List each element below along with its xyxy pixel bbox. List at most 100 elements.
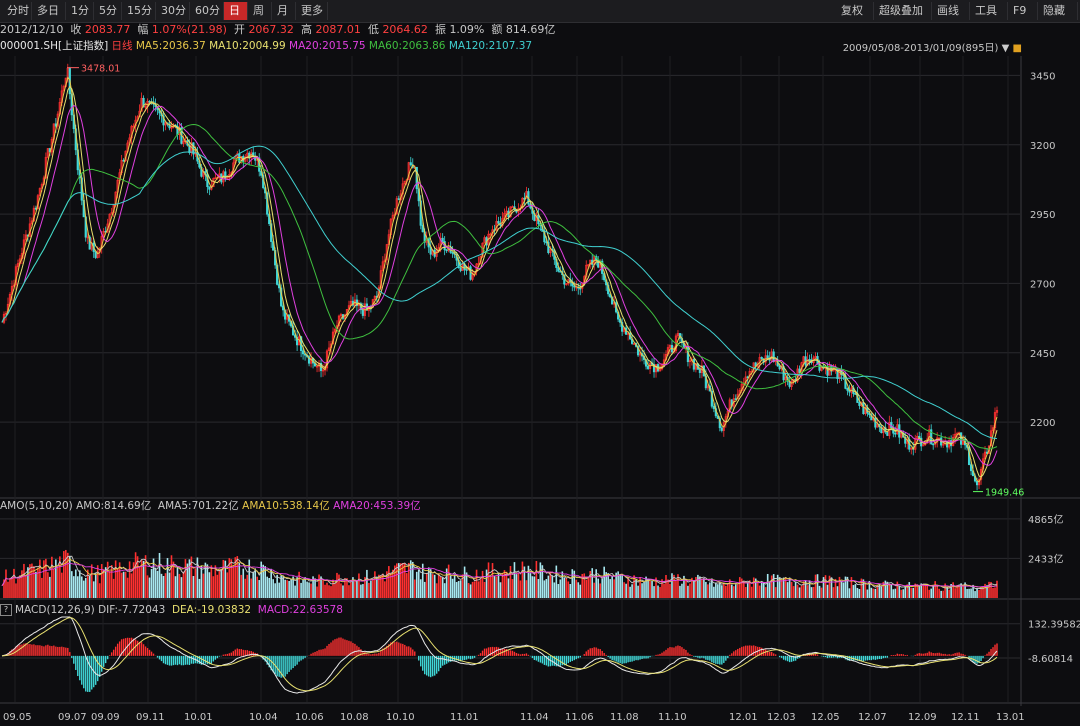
volume-bar	[116, 568, 119, 598]
macd-bar	[635, 655, 637, 661]
macd-bar	[47, 644, 49, 656]
macd-bar	[946, 654, 948, 656]
volume-bar	[276, 574, 278, 598]
volume-bar	[533, 576, 536, 598]
lock-icon[interactable]: ■	[1013, 43, 1022, 54]
volume-bar	[78, 570, 81, 598]
volume-bar	[832, 587, 835, 598]
macd-bar	[186, 655, 189, 665]
macd-bar	[106, 655, 109, 660]
volume-bar	[669, 584, 671, 598]
macd-bar	[824, 655, 827, 658]
volume-bar	[433, 574, 436, 598]
volume-bar	[5, 569, 7, 598]
volume-bar	[368, 582, 370, 598]
macd-bar	[338, 637, 340, 656]
volume-bar	[340, 583, 342, 598]
macd-bar	[928, 651, 930, 656]
volume-bar	[988, 581, 990, 598]
macd-bar	[228, 653, 231, 656]
volume-bar	[67, 552, 69, 598]
macd-bar	[675, 646, 677, 656]
volume-bar	[848, 588, 851, 598]
macd-bar	[705, 655, 707, 660]
volume-bar	[447, 564, 450, 598]
period-tab-3[interactable]: 5分	[94, 2, 122, 20]
macd-bar	[218, 655, 221, 657]
tool-button-3[interactable]: 工具	[970, 2, 1008, 20]
macd-bar	[433, 655, 436, 676]
volume-bar	[796, 584, 799, 598]
macd-bar	[166, 655, 169, 665]
period-tab-0[interactable]: 分时	[2, 2, 32, 20]
volume-bar	[178, 573, 181, 598]
period-tab-1[interactable]: 多日	[32, 2, 66, 20]
volume-bar	[968, 588, 970, 598]
open-value: 2067.32	[248, 23, 294, 36]
macd-bar	[240, 649, 242, 656]
volume-bar	[288, 580, 290, 598]
candle-body	[397, 198, 400, 201]
macd-bar	[443, 655, 446, 665]
volume-bar	[388, 566, 390, 598]
period-tab-2[interactable]: 1分	[66, 2, 94, 20]
macd-bar	[561, 655, 564, 666]
volume-bar	[974, 591, 976, 598]
macd-bar	[709, 655, 711, 661]
macd-bar	[400, 643, 402, 656]
macd-bar	[330, 642, 332, 656]
x-tick-label: 11.04	[520, 712, 549, 723]
close-value: 2083.77	[84, 23, 131, 36]
period-tab-7[interactable]: 日	[224, 2, 248, 20]
tool-button-0[interactable]: 复权	[836, 2, 874, 20]
x-tick-label: 09.09	[91, 712, 120, 723]
volume-bar	[930, 588, 932, 598]
tool-button-5[interactable]: 隐藏	[1038, 2, 1078, 20]
volume-bar	[671, 573, 673, 598]
macd-bar	[667, 648, 669, 656]
tool-button-2[interactable]: 画线	[932, 2, 970, 20]
macd-bar	[721, 655, 723, 665]
macd-bar	[332, 640, 334, 656]
macd-bar	[673, 647, 675, 656]
volume-bar	[685, 579, 687, 598]
volume-bar	[517, 573, 520, 598]
volume-bar	[723, 582, 725, 598]
candle-body	[692, 359, 696, 370]
period-tab-5[interactable]: 30分	[156, 2, 190, 20]
volume-bar	[609, 579, 611, 598]
macd-bar	[152, 653, 155, 656]
stock-code[interactable]: 000001.SH	[0, 40, 58, 52]
macd-bar	[685, 649, 687, 656]
period-tab-8[interactable]: 周	[248, 2, 272, 20]
kline-chart[interactable]: 3450 3200 2950 2700 2450 2200 4865亿 2433亿 132.39…	[0, 0, 1080, 726]
ma20-value: MA20:2015.75	[289, 40, 366, 52]
period-tab-4[interactable]: 15分	[122, 2, 156, 20]
macd-bar	[713, 655, 715, 664]
macd-bar	[178, 655, 181, 665]
volume-bar	[55, 559, 57, 598]
date-range-label[interactable]: 2009/05/08-2013/01/09(895日) ▼ ■	[843, 39, 1022, 54]
macd-bar	[396, 641, 398, 656]
volume-bar	[738, 577, 741, 598]
macd-bar	[430, 655, 432, 678]
volume-bar	[649, 581, 651, 598]
volume-bar	[106, 561, 109, 598]
tool-button-4[interactable]: F9	[1008, 2, 1038, 20]
macd-bar	[976, 655, 978, 664]
period-toolbar: 分时 多日 1分 5分 15分 30分 60分日周月更多 复权 超级叠加 画线 工具 F9 隐藏	[0, 0, 1080, 23]
macd-bar	[739, 647, 741, 656]
macd-tick-label: -8.60814	[1028, 654, 1073, 665]
help-icon[interactable]: ?	[0, 604, 12, 616]
dropdown-triangle-icon[interactable]: ▼	[1002, 43, 1010, 54]
volume-bar	[176, 567, 179, 598]
x-tick-label: 12.01	[729, 712, 758, 723]
x-tick-label: 10.01	[184, 712, 213, 723]
period-tab-10[interactable]: 更多	[296, 2, 328, 20]
period-tab-9[interactable]: 月	[272, 2, 296, 20]
candle-body	[646, 365, 650, 369]
macd-bar	[140, 642, 143, 656]
period-tab-6[interactable]: 60分	[190, 2, 224, 20]
volume-bar	[120, 572, 123, 598]
tool-button-1[interactable]: 超级叠加	[874, 2, 932, 20]
